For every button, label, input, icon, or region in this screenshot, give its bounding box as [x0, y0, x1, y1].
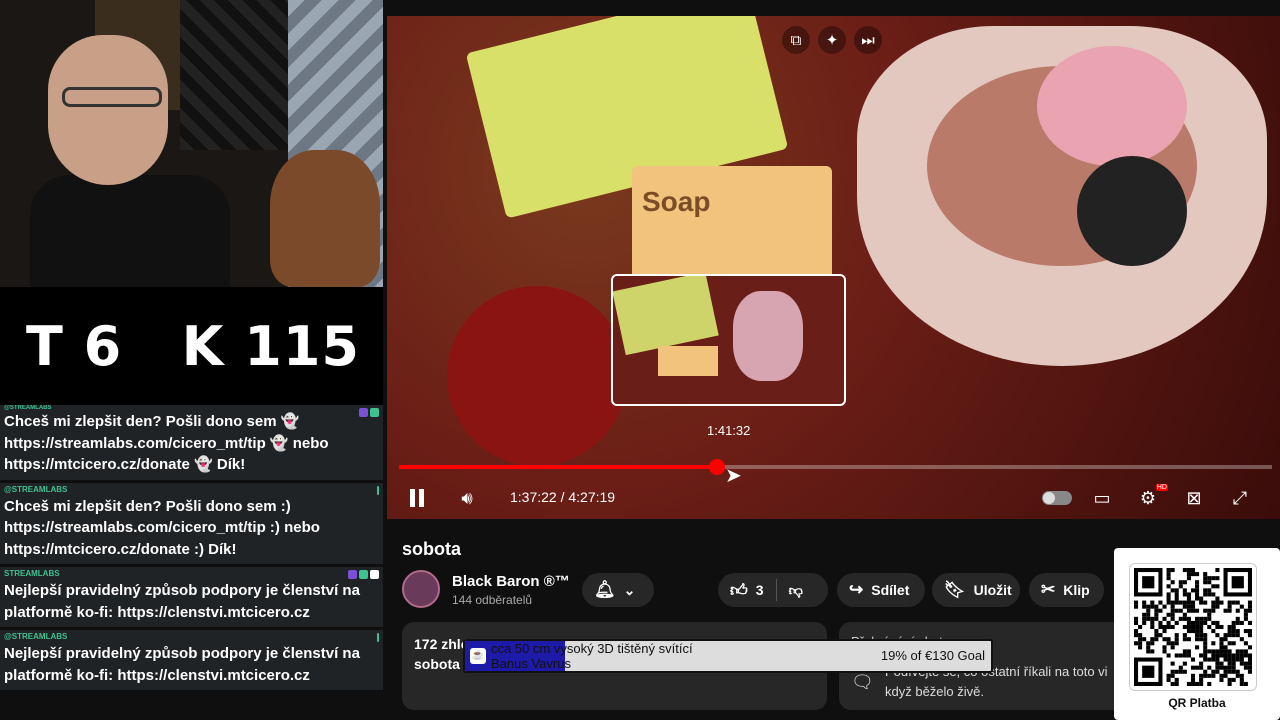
ko-fi-icon: ☕	[470, 648, 486, 664]
pot-inner	[927, 46, 1197, 266]
ceramic-pot	[857, 26, 1267, 366]
theater-icon: ⊠	[1186, 487, 1202, 508]
chat-username: @STREAMLABS	[4, 484, 68, 494]
thumbs-down-icon: 👎︎	[788, 581, 803, 598]
black-brush	[1077, 156, 1187, 266]
share-label: Sdílet	[871, 582, 910, 598]
chat-text: Nejlepší pravidelný způsob podpory je čl…	[4, 582, 360, 621]
chat-badges	[377, 485, 379, 495]
like-count: 3	[755, 582, 764, 598]
chat-username: STREAMLABS	[4, 569, 60, 578]
chat-bubble-icon: 🗨︎	[851, 672, 874, 692]
video-player[interactable]: Soap ⧉ ✦ ⏭ 1:41:32 ➤ 🔊︎ 1:37:22 / 4:27:1…	[387, 16, 1280, 519]
pause-button[interactable]	[401, 482, 433, 514]
next-icon[interactable]: ⏭	[854, 26, 882, 54]
score-text: T 6 K 115	[26, 314, 360, 378]
plush-toy	[270, 150, 380, 287]
thumbs-up-icon: 👍︎	[730, 580, 748, 600]
save-button[interactable]: 🔖︎ Uložit	[932, 573, 1020, 607]
goal-text-line1: cca 50 cm vysoký 3D tištěný svítící	[491, 641, 693, 656]
share-button[interactable]: ↪ Sdílet	[837, 573, 925, 607]
qr-payment-widget: QR Platba	[1114, 548, 1280, 720]
volume-icon: 🔊︎	[461, 487, 473, 508]
channel-avatar[interactable]	[402, 570, 440, 608]
channel-name[interactable]: Black Baron ®™	[452, 573, 570, 590]
chat-text: Chceš mi zlepšit den? Pošli dono sem :) …	[4, 497, 320, 558]
streamer	[30, 35, 230, 287]
subtitles-button[interactable]: ▭	[1086, 482, 1118, 514]
dislike-button[interactable]: 👎︎	[777, 573, 815, 607]
preview-pot	[733, 291, 803, 381]
goal-text-line2: Banus Vavrus	[491, 656, 571, 671]
progress-played	[399, 465, 717, 469]
description-views: 172 zhlé	[414, 636, 469, 652]
seek-preview-time: 1:41:32	[707, 423, 751, 438]
qr-code-icon	[1134, 568, 1252, 686]
notifications-button[interactable]: 🔔︎ ⌄	[582, 573, 654, 607]
like-dislike-group: 👍︎ 3 👎︎	[718, 573, 828, 607]
subtitles-icon: ▭	[1093, 487, 1111, 508]
save-label: Uložit	[973, 582, 1012, 598]
subscriber-count: 144 odběratelů	[452, 593, 533, 607]
chat-message: STREAMLABS Nejlepší pravidelný způsob po…	[0, 567, 383, 627]
sparkle-icon[interactable]: ✦	[818, 26, 846, 54]
qr-label: QR Platba	[1168, 696, 1226, 710]
chevron-down-icon: ⌄	[623, 581, 636, 598]
streamer-shirt	[30, 175, 230, 287]
autoplay-toggle[interactable]	[1042, 491, 1072, 505]
apple	[447, 286, 627, 466]
bell-icon: 🔔︎	[594, 580, 616, 599]
preview-wipes	[613, 276, 719, 356]
goal-percent: 19% of €130 Goal	[880, 648, 985, 663]
settings-button[interactable]: ⚙ HD	[1132, 482, 1168, 514]
pause-icon	[410, 489, 424, 507]
progress-bar[interactable]	[399, 459, 1272, 475]
miniplayer-icon[interactable]: ⧉	[782, 26, 810, 54]
player-controls: 🔊︎ 1:37:22 / 4:27:19 ▭ ⚙ HD ⊠ ⤢	[387, 478, 1280, 518]
gear-icon: ⚙	[1139, 487, 1157, 508]
theater-button[interactable]: ⊠	[1178, 482, 1210, 514]
pink-brush	[1037, 46, 1187, 166]
clip-label: Klip	[1063, 582, 1090, 598]
top-controls: ⧉ ✦ ⏭	[782, 26, 882, 54]
streamer-head	[48, 35, 168, 185]
chat-text: Chceš mi zlepšit den? Pošli dono sem 👻 h…	[4, 413, 329, 473]
share-icon: ↪	[849, 580, 864, 599]
scissors-icon: ✂	[1041, 580, 1056, 599]
soap-label: Soap	[642, 186, 711, 217]
fullscreen-icon: ⤢	[1232, 487, 1248, 508]
streamer-glasses	[62, 87, 162, 107]
chat-username: @STREAMLABS	[4, 632, 68, 641]
progress-scrubber[interactable]	[708, 459, 725, 475]
bookmark-icon: 🔖︎	[944, 580, 966, 599]
chat-badges	[359, 408, 379, 417]
time-display: 1:37:22 / 4:27:19	[510, 489, 616, 505]
chat-message: @STREAMLABS Chceš mi zlepšit den? Pošli …	[0, 405, 383, 480]
chat-message: @STREAMLABS Chceš mi zlepšit den? Pošli …	[0, 482, 383, 564]
donation-goal-bar: ☕ cca 50 cm vysoký 3D tištěný svítící Ba…	[463, 639, 993, 673]
screen: T 6 K 115 @STREAMLABS Chceš mi zlepšit d…	[0, 0, 1280, 720]
hd-badge-icon: HD	[1155, 484, 1168, 491]
chat-text: Nejlepší pravidelný způsob podpory je čl…	[4, 645, 360, 684]
chat-badges	[348, 570, 379, 579]
webcam-feed	[0, 0, 383, 287]
video-title: sobota	[402, 539, 462, 559]
like-button[interactable]: 👍︎ 3	[718, 573, 776, 607]
fullscreen-button[interactable]: ⤢	[1224, 482, 1256, 514]
chat-badges	[377, 633, 379, 642]
preview-soap	[658, 346, 718, 376]
scoreboard: T 6 K 115	[0, 287, 383, 405]
chat-overlay: @STREAMLABS Chceš mi zlepšit den? Pošli …	[0, 405, 383, 720]
chat-message: @STREAMLABS Nejlepší pravidelný způsob p…	[0, 630, 383, 690]
seek-preview-thumbnail	[611, 274, 846, 406]
clip-button[interactable]: ✂ Klip	[1029, 573, 1104, 607]
volume-button[interactable]: 🔊︎	[451, 482, 483, 514]
goal-text: cca 50 cm vysoký 3D tištěný svítící Banu…	[491, 641, 693, 671]
